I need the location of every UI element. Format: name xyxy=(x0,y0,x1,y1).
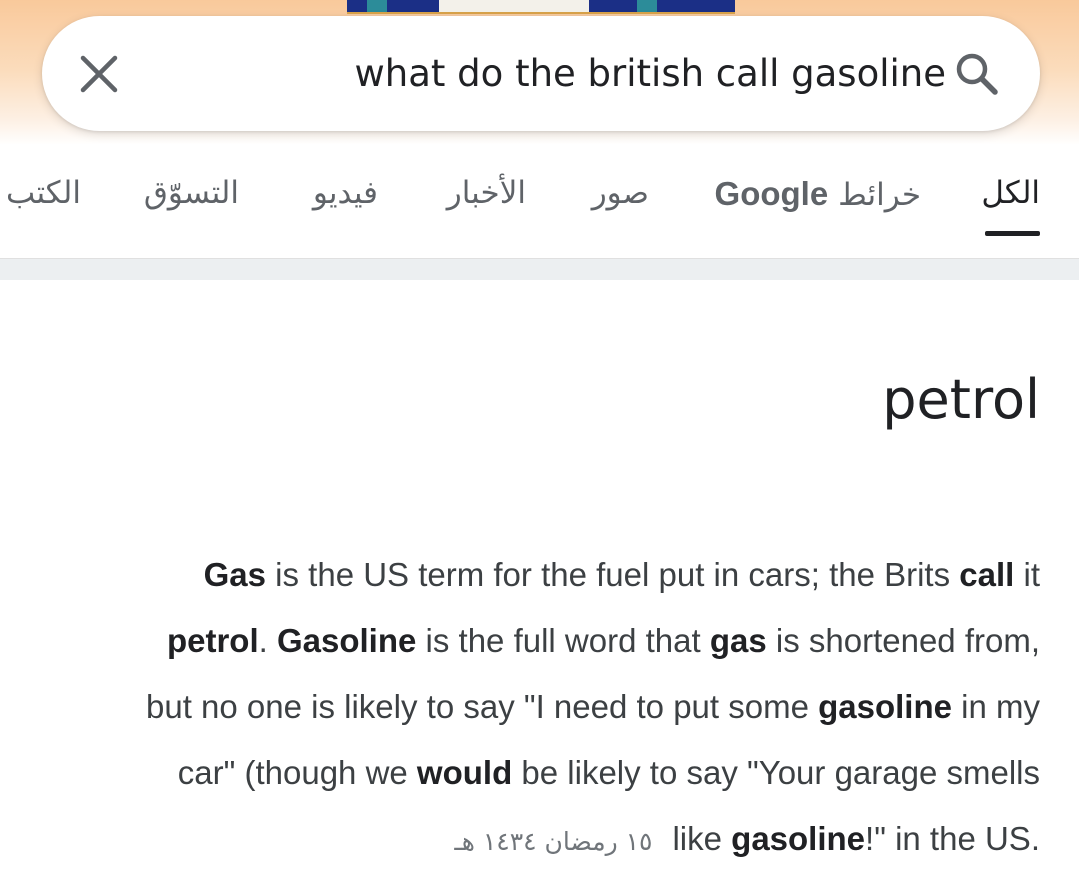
featured-snippet: Gas is the US term for the fuel put in c… xyxy=(60,542,1040,875)
snippet-keyword: gasoline xyxy=(818,688,952,725)
snippet-line: car" (though we would be likely to say "… xyxy=(60,740,1040,806)
snippet-text: is the US term for the fuel put in cars;… xyxy=(266,556,960,593)
snippet-text: it xyxy=(1014,556,1040,593)
tab-videos[interactable]: فيديو xyxy=(313,175,378,211)
snippet-keyword: Gasoline xyxy=(276,622,417,659)
search-tabs: الكل خرائط Google صور الأخبار فيديو التس… xyxy=(0,165,1079,245)
search-bar[interactable]: what do the british call gasoline xyxy=(42,16,1040,131)
snippet-line: ١٥ رمضان ١٤٣٤ هـ like gasoline!" in the U… xyxy=(60,806,1040,875)
tab-shopping[interactable]: التسوّق xyxy=(144,175,239,211)
snippet-keyword: petrol xyxy=(166,622,259,659)
section-divider xyxy=(0,258,1079,280)
featured-answer: petrol xyxy=(882,368,1040,431)
snippet-line: petrol. Gasoline is the full word that g… xyxy=(60,608,1040,674)
clear-button[interactable] xyxy=(74,46,124,101)
snippet-line: but no one is likely to say "I need to p… xyxy=(60,674,1040,740)
tab-images[interactable]: صور xyxy=(592,175,649,211)
snippet-text: like xyxy=(672,820,732,857)
snippet-date: ١٥ رمضان ١٤٣٤ هـ xyxy=(454,827,653,856)
search-button[interactable] xyxy=(942,49,1012,99)
close-icon xyxy=(80,55,118,92)
tab-maps[interactable]: خرائط Google xyxy=(715,175,921,213)
search-input[interactable]: what do the british call gasoline xyxy=(162,16,946,131)
snippet-keyword: gasoline xyxy=(731,820,866,857)
doodle-ornament xyxy=(367,0,387,12)
tab-news[interactable]: الأخبار xyxy=(447,175,526,211)
doodle-ornament xyxy=(637,0,657,12)
snippet-text: but no one is likely to say "I need to p… xyxy=(146,688,819,725)
header: what do the british call gasoline الكل خ… xyxy=(0,0,1079,258)
snippet-text: !" in the US. xyxy=(865,820,1040,857)
google-doodle[interactable] xyxy=(347,0,735,14)
snippet-text: is the full word that xyxy=(416,622,710,659)
snippet-text: is shortened from, xyxy=(766,622,1040,659)
active-tab-indicator xyxy=(985,231,1040,236)
snippet-line: Gas is the US term for the fuel put in c… xyxy=(60,542,1040,608)
tab-books[interactable]: الكتب xyxy=(6,175,81,211)
snippet-keyword: Gas xyxy=(203,556,266,593)
snippet-keyword: gas xyxy=(709,622,767,659)
search-icon xyxy=(956,53,998,95)
snippet-text: car" (though we xyxy=(177,754,417,791)
tab-maps-label: خرائط xyxy=(838,177,921,213)
snippet-text: . xyxy=(258,622,277,659)
tab-all[interactable]: الكل xyxy=(981,175,1040,211)
snippet-text: be likely to say "Your garage smells xyxy=(512,754,1040,791)
tab-maps-brand: Google xyxy=(714,175,829,212)
snippet-keyword: call xyxy=(959,556,1015,593)
doodle-center xyxy=(439,0,589,12)
snippet-text: in my xyxy=(951,688,1040,725)
snippet-keyword: would xyxy=(416,754,513,791)
